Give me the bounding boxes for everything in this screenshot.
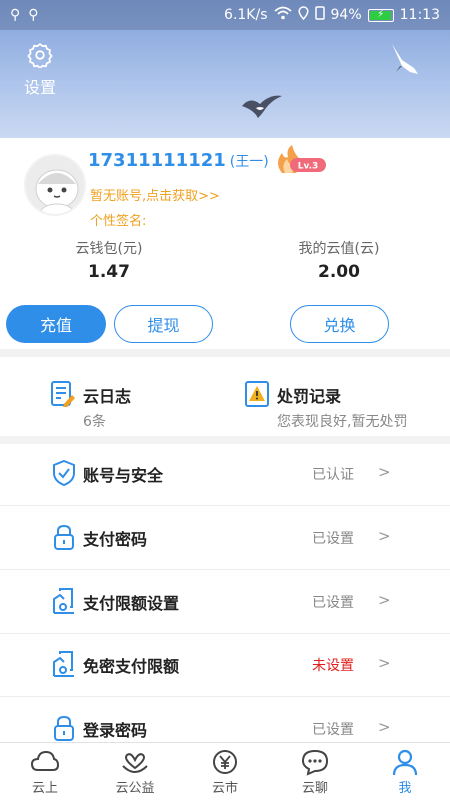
cloud-wallet-label: 云钱包(元) [75,241,143,257]
location-icon [297,6,309,24]
seagull-icon-2 [242,95,282,118]
notepad-icon [51,381,75,407]
settings-button[interactable]: 设置 [20,42,60,98]
cloud-diary-title: 云日志 [83,387,132,406]
cloud-value[interactable]: 我的云值(云) 2.00 [264,238,414,282]
cloud-wallet[interactable]: 云钱包(元) 1.47 [34,238,184,282]
list-item-status: 已设置 [312,722,354,738]
exchange-button[interactable]: 兑换 [290,305,389,343]
passwordless-payment-icon [53,651,74,677]
nav-item-market[interactable]: 云市 [180,743,270,800]
get-account-link[interactable]: 暂无账号,点击获取>> [90,185,220,204]
nav-label: 云上 [31,781,58,796]
cloud-wallet-value: 1.47 [88,262,130,282]
penalty-record-desc: 您表现良好,暂无处罚 [277,414,408,430]
status-bar: ⚲ ⚲ 6.1K/s 94% ⚡ 11:13 [0,0,450,30]
list-item-label: 支付密码 [83,530,148,549]
vibrate-icon [314,6,325,24]
penalty-record-title: 处罚记录 [277,387,342,406]
list-item-status: 已设置 [312,531,354,547]
avatar[interactable] [24,154,86,216]
list-item-label: 登录密码 [83,721,148,740]
withdraw-button[interactable]: 提现 [114,305,213,343]
cloud-icon [30,750,60,771]
payment-limit-icon [53,588,74,614]
chat-icon [301,749,329,776]
recharge-button[interactable]: 充值 [6,305,106,343]
list-item-status: 未设置 [312,658,354,674]
nickname: (王一) [229,154,269,170]
divider [0,349,450,357]
usb-icon: ⚲ [10,7,21,23]
list-item-status: 已认证 [312,467,354,483]
settings-label: 设置 [23,78,56,97]
list-item-label: 支付限额设置 [83,594,180,613]
lock-icon [54,715,74,741]
clock: 11:13 [399,7,440,23]
list-item-passwordless-limit[interactable]: 免密支付限额 未设置 > [0,633,450,697]
cloud-diary-count: 6条 [83,414,106,430]
chevron-right-icon: > [378,463,391,481]
bottom-nav: 云上 云公益 云市 云聊 我 [0,742,450,800]
charity-heart-icon [122,753,148,774]
user-phone: 17311111121 (王一) [88,150,269,171]
gear-icon [27,43,53,72]
list-item-payment-password[interactable]: 支付密码 已设置 > [0,506,450,570]
chevron-right-icon: > [378,718,391,736]
list-item-status: 已设置 [312,595,354,611]
battery-percent: 94% [330,7,362,23]
warning-icon [245,381,269,407]
chevron-right-icon: > [378,527,391,545]
nav-label: 云聊 [301,781,328,796]
list-item-label: 账号与安全 [83,466,164,485]
user-icon [392,749,418,776]
level-badge: Lv.3 [272,145,328,175]
cloud-value-label: 我的云值(云) [298,241,380,257]
level-text: Lv.3 [298,162,319,172]
list-item-account-security[interactable]: 账号与安全 已认证 > [0,442,450,506]
cloud-value-value: 2.00 [318,262,360,282]
shield-check-icon [53,459,75,487]
lock-icon [54,524,74,550]
chevron-right-icon: > [378,591,391,609]
phone-number: 17311111121 [88,150,226,171]
chevron-right-icon: > [378,654,391,672]
cloud-diary-card[interactable]: 云日志 6条 [50,378,230,434]
nav-item-chat[interactable]: 云聊 [270,743,360,800]
yuan-market-icon [213,750,237,774]
wifi-icon [273,6,292,24]
nav-item-cloud[interactable]: 云上 [0,743,90,800]
nav-label: 云公益 [115,781,155,796]
nav-item-me[interactable]: 我 [360,743,450,800]
nav-label: 我 [398,781,412,796]
signature-label[interactable]: 个性签名: [90,210,146,229]
penalty-record-card[interactable]: 处罚记录 您表现良好,暂无处罚 [244,378,444,434]
nav-label: 云市 [211,781,238,796]
nav-item-charity[interactable]: 云公益 [90,743,180,800]
profile-header: ⚲ ⚲ 6.1K/s 94% ⚡ 11:13 设置 [0,0,450,138]
list-item-label: 免密支付限额 [83,657,180,676]
usb-icon-2: ⚲ [28,7,39,23]
battery-icon: ⚡ [367,8,394,22]
network-speed: 6.1K/s [224,7,268,23]
list-item-payment-limit[interactable]: 支付限额设置 已设置 > [0,570,450,634]
seagull-icon [392,44,418,74]
